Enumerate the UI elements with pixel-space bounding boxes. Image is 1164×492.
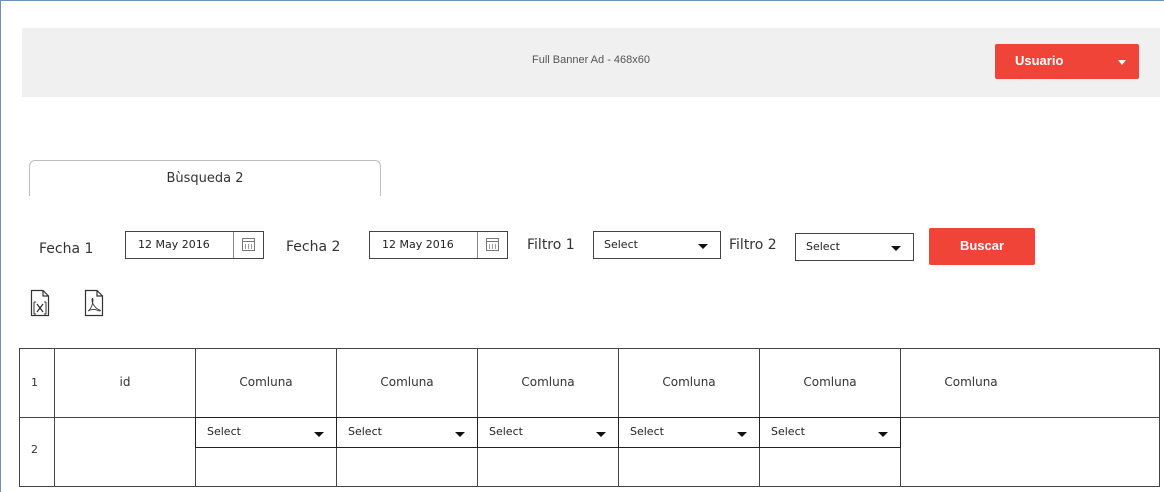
filtro1-select[interactable]: Select xyxy=(593,231,721,259)
chevron-down-icon xyxy=(596,432,606,437)
calendar-icon xyxy=(486,238,499,251)
tab-label: Bùsqueda 2 xyxy=(166,171,244,186)
fecha1-value: 12 May 2016 xyxy=(138,238,210,251)
column-filter-value: Select xyxy=(630,425,664,438)
chevron-down-icon xyxy=(737,432,747,437)
fecha2-input[interactable]: 12 May 2016 xyxy=(369,231,508,259)
column-header: Comluna xyxy=(662,375,716,389)
user-menu-button[interactable]: Usuario xyxy=(995,44,1139,79)
pdf-export-icon[interactable] xyxy=(84,289,104,317)
data-table: 1 2 id Comluna Comluna Comluna Comluna C… xyxy=(19,348,1160,487)
calendar-icon xyxy=(242,238,255,251)
column-filter-select[interactable]: Select xyxy=(195,417,337,448)
caret-down-icon xyxy=(1118,60,1126,65)
column-filter-select[interactable]: Select xyxy=(618,417,760,448)
filtro2-label: Filtro 2 xyxy=(729,237,777,253)
filtro2-value: Select xyxy=(806,240,840,253)
filtro1-value: Select xyxy=(604,238,638,251)
column-filter-value: Select xyxy=(348,425,382,438)
chevron-down-icon xyxy=(314,432,324,437)
column-filter-input[interactable] xyxy=(478,448,618,486)
column-header: Comluna xyxy=(944,375,998,389)
column-filter-input[interactable] xyxy=(337,448,477,486)
chevron-down-icon xyxy=(891,246,901,251)
tab-busqueda-2[interactable]: Bùsqueda 2 xyxy=(29,160,381,196)
fecha2-calendar-button[interactable] xyxy=(477,232,507,258)
fecha1-label: Fecha 1 xyxy=(39,241,94,257)
column-header: Comluna xyxy=(239,375,293,389)
filtro1-label: Filtro 1 xyxy=(527,237,575,253)
search-button-label: Buscar xyxy=(959,238,1005,253)
search-button[interactable]: Buscar xyxy=(929,228,1035,265)
column-filter-input[interactable] xyxy=(619,448,759,486)
column-filter-value: Select xyxy=(207,425,241,438)
column-filter-value: Select xyxy=(489,425,523,438)
chevron-down-icon xyxy=(878,432,888,437)
id-filter-input[interactable] xyxy=(55,418,195,486)
column-filter-input[interactable] xyxy=(196,448,336,486)
banner-ad-text: Full Banner Ad - 468x60 xyxy=(531,54,651,66)
column-filter-select[interactable]: Select xyxy=(336,417,478,448)
column-header-id: id xyxy=(119,375,131,389)
column-filter-select[interactable]: Select xyxy=(759,417,901,448)
user-menu-label: Usuario xyxy=(1015,53,1064,68)
fecha2-value: 12 May 2016 xyxy=(382,238,454,251)
chevron-down-icon xyxy=(698,244,708,249)
column-header: Comluna xyxy=(803,375,857,389)
column-header: Comluna xyxy=(521,375,575,389)
fecha2-label: Fecha 2 xyxy=(286,239,341,255)
column-header: Comluna xyxy=(380,375,434,389)
row-number: 2 xyxy=(31,443,38,456)
chevron-down-icon xyxy=(455,432,465,437)
excel-export-icon[interactable] xyxy=(30,289,50,317)
column-filter-select[interactable]: Select xyxy=(477,417,619,448)
column-filter-input[interactable] xyxy=(760,448,900,486)
top-banner: Full Banner Ad - 468x60 Usuario xyxy=(22,28,1160,97)
column-filter-input[interactable] xyxy=(901,418,1159,486)
fecha1-input[interactable]: 12 May 2016 xyxy=(125,231,264,259)
row-number: 1 xyxy=(31,376,38,389)
fecha1-calendar-button[interactable] xyxy=(233,232,263,258)
column-filter-value: Select xyxy=(771,425,805,438)
filtro2-select[interactable]: Select xyxy=(795,233,914,261)
